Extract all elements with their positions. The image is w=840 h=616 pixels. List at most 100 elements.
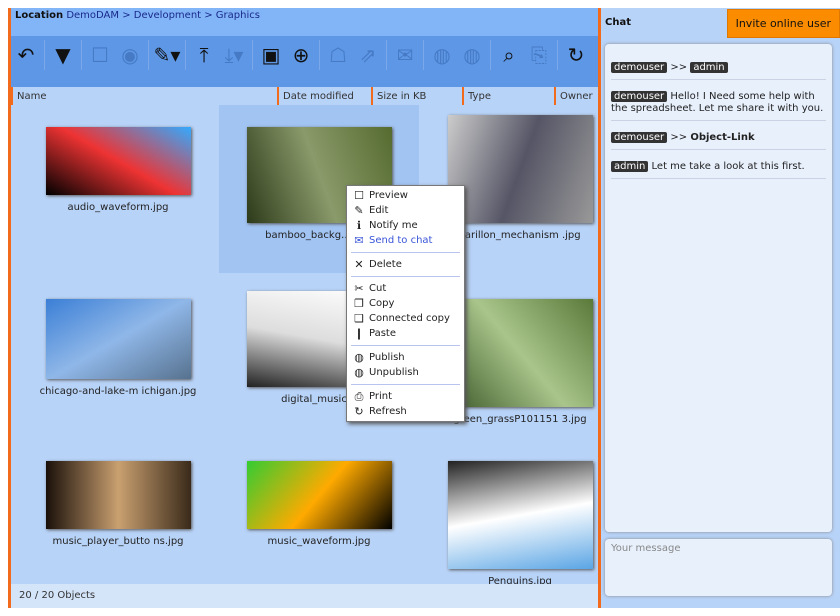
- preview-icon: ☐: [354, 189, 364, 202]
- publish-button[interactable]: ☖: [323, 40, 353, 70]
- explorer-panel: Location DemoDAM > Development > Graphic…: [8, 8, 598, 608]
- back-icon: ↶: [17, 43, 35, 67]
- breadcrumb: Location DemoDAM > Development > Graphic…: [11, 8, 598, 36]
- thumbnail: [447, 461, 593, 569]
- menu-item-delete[interactable]: ✕ Delete: [347, 257, 464, 272]
- menu-item-label: Delete: [369, 259, 402, 270]
- upload-icon: ⤒: [199, 43, 209, 67]
- refresh-icon: ↻: [354, 405, 364, 418]
- menu-item-refresh[interactable]: ↻ Refresh: [347, 404, 464, 419]
- menu-item-label: Notify me: [369, 220, 418, 231]
- chat-message: demouser >> Object-Link: [611, 128, 826, 150]
- toolbar-separator: [252, 40, 253, 70]
- delete-icon: ✕: [354, 258, 364, 271]
- column-name[interactable]: Name: [11, 87, 51, 105]
- toolbar-separator: [490, 40, 491, 70]
- menu-item-copy[interactable]: ❐ Copy: [347, 296, 464, 311]
- send-to-chat-icon: ✉: [354, 234, 364, 247]
- globe-unpublish-button[interactable]: ◍: [457, 40, 487, 70]
- search-button[interactable]: ⌕: [494, 40, 524, 70]
- user-tag[interactable]: admin: [690, 62, 728, 73]
- menu-item-label: Send to chat: [369, 235, 433, 246]
- new-file-button[interactable]: ⊕: [286, 40, 316, 70]
- toolbar: ↶ ▼ ☐ ◉ ✎▾ ⤒ ⤓▾ ▣ ⊕ ☖ ⇗ ✉ ◍ ◍ ⌕ ⎘ ↻: [11, 36, 598, 87]
- export-icon: ⎘: [531, 43, 547, 67]
- column-owner[interactable]: Owner: [554, 87, 597, 105]
- user-tag[interactable]: demouser: [611, 62, 668, 73]
- object-link[interactable]: Object-Link: [690, 132, 754, 143]
- menu-item-label: Edit: [369, 205, 389, 216]
- item-name: music_player_butto ns.jpg: [52, 536, 184, 547]
- menu-item-edit[interactable]: ✎ Edit: [347, 203, 464, 218]
- export-button[interactable]: ⎘: [524, 40, 554, 70]
- message-input[interactable]: Your message: [605, 539, 832, 596]
- filter-icon: ▼: [55, 43, 71, 67]
- print-icon: ⎙: [354, 389, 364, 403]
- notify-me-icon: ℹ: [356, 219, 362, 232]
- column-size-in-kb[interactable]: Size in KB: [371, 87, 430, 105]
- edit-icon: ✎: [354, 204, 364, 217]
- cut-icon: ✂: [354, 282, 364, 295]
- grid-item[interactable]: music_player_butto ns.jpg: [18, 453, 218, 548]
- download-button[interactable]: ⤓▾: [219, 40, 249, 70]
- column-date-modified[interactable]: Date modified: [277, 87, 358, 105]
- copy-icon: ❐: [354, 297, 364, 310]
- menu-item-send-to-chat[interactable]: ✉ Send to chat: [347, 233, 464, 248]
- user-tag[interactable]: demouser: [611, 91, 668, 102]
- menu-item-preview[interactable]: ☐ Preview: [347, 188, 464, 203]
- status-bar: 20 / 20 Objects: [11, 584, 598, 608]
- menu-item-paste[interactable]: ❙ Paste: [347, 326, 464, 341]
- publish-icon: ◍: [354, 351, 364, 364]
- menu-item-publish[interactable]: ◍ Publish: [347, 350, 464, 365]
- download-icon: ⤓▾: [224, 43, 244, 67]
- message-text: Let me take a look at this first.: [651, 161, 805, 172]
- new-folder-icon: ▣: [261, 43, 281, 67]
- share-button[interactable]: ⇗: [353, 40, 383, 70]
- grid-item[interactable]: audio_waveform.jpg: [18, 105, 218, 214]
- menu-item-cut[interactable]: ✂ Cut: [347, 281, 464, 296]
- context-menu: ☐ Preview ✎ Edit ℹ Notify me ✉ Send to chat ✕ Del…: [346, 185, 465, 422]
- filter-button[interactable]: ▼: [48, 40, 78, 70]
- item-name: chicago-and-lake-m ichigan.jpg: [39, 386, 197, 397]
- thumbnail: [45, 127, 191, 195]
- new-folder-button[interactable]: ▣: [256, 40, 286, 70]
- chat-messages: demouser >> admin demouser Hello! I Need …: [605, 44, 832, 532]
- unpublish-icon: ◍: [354, 366, 364, 379]
- column-type[interactable]: Type: [462, 87, 495, 105]
- invite-user-button[interactable]: Invite online user: [726, 8, 840, 38]
- toolbar-separator: [423, 40, 424, 70]
- globe-unpublish-icon: ◍: [463, 43, 481, 67]
- menu-item-label: Paste: [369, 328, 396, 339]
- mail-button[interactable]: ✉: [390, 40, 420, 70]
- toolbar-separator: [81, 40, 82, 70]
- globe-publish-button[interactable]: ◍: [427, 40, 457, 70]
- chat-message: admin Let me take a look at this first.: [611, 157, 826, 179]
- preview-icon: ☐: [91, 43, 109, 67]
- globe-publish-icon: ◍: [433, 43, 451, 67]
- grid-item[interactable]: music_waveform.jpg: [219, 453, 419, 548]
- grid-item[interactable]: Penguins.jpg: [420, 453, 620, 588]
- edit-button[interactable]: ✎▾: [152, 40, 182, 70]
- user-tag[interactable]: demouser: [611, 132, 668, 143]
- toolbar-separator: [44, 40, 45, 70]
- menu-item-print[interactable]: ⎙ Print: [347, 389, 464, 404]
- menu-item-notify-me[interactable]: ℹ Notify me: [347, 218, 464, 233]
- menu-separator: [351, 384, 460, 385]
- menu-item-unpublish[interactable]: ◍ Unpublish: [347, 365, 464, 380]
- location-path[interactable]: DemoDAM > Development > Graphics: [66, 10, 260, 21]
- user-tag[interactable]: admin: [611, 161, 649, 172]
- object-grid: audio_waveform.jpg bamboo_backg… .jpg cari…: [11, 105, 598, 587]
- connected-copy-icon: ❑: [354, 312, 364, 325]
- toolbar-separator: [319, 40, 320, 70]
- preview-button[interactable]: ☐: [85, 40, 115, 70]
- back-button[interactable]: ↶: [11, 40, 41, 70]
- grid-item[interactable]: chicago-and-lake-m ichigan.jpg: [18, 291, 218, 398]
- upload-button[interactable]: ⤒: [189, 40, 219, 70]
- refresh-button[interactable]: ↻: [561, 40, 591, 70]
- search-icon: ⌕: [503, 43, 515, 67]
- toolbar-separator: [148, 40, 149, 70]
- item-name: music_waveform.jpg: [267, 536, 371, 547]
- menu-item-label: Unpublish: [369, 367, 419, 378]
- view-button[interactable]: ◉: [115, 40, 145, 70]
- menu-item-connected-copy[interactable]: ❑ Connected copy: [347, 311, 464, 326]
